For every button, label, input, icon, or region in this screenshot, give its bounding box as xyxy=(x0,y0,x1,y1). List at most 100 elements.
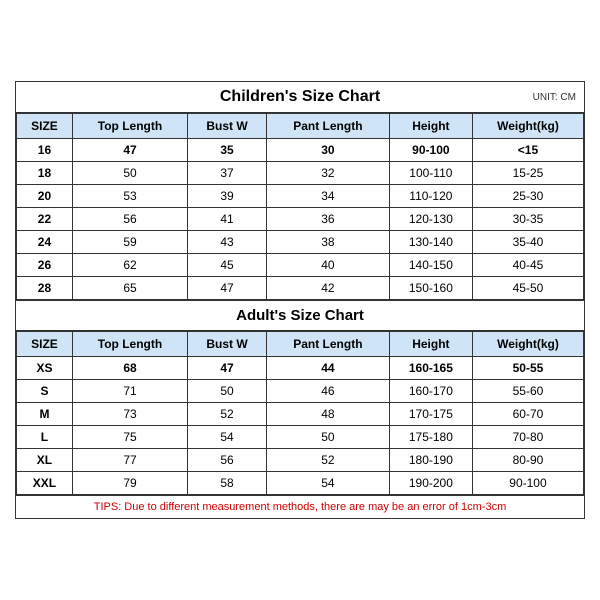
table-cell: 36 xyxy=(266,208,389,231)
table-cell: 39 xyxy=(188,185,267,208)
table-cell: 47 xyxy=(188,357,267,380)
table-cell: 45 xyxy=(188,254,267,277)
table-cell: 55-60 xyxy=(472,380,583,403)
table-cell: 53 xyxy=(72,185,187,208)
table-cell: 59 xyxy=(72,231,187,254)
table-row: XS684744160-16550-55 xyxy=(17,357,584,380)
table-row: 28654742150-16045-50 xyxy=(17,277,584,300)
table-cell: 180-190 xyxy=(389,449,472,472)
table-cell: 48 xyxy=(266,403,389,426)
table-row: L755450175-18070-80 xyxy=(17,426,584,449)
table-cell: 90-100 xyxy=(389,139,472,162)
table-cell: 35 xyxy=(188,139,267,162)
table-cell: 30-35 xyxy=(472,208,583,231)
children-header-row: SIZE Top Length Bust W Pant Length Heigh… xyxy=(17,114,584,139)
table-cell: M xyxy=(17,403,73,426)
table-row: 22564136120-13030-35 xyxy=(17,208,584,231)
table-row: S715046160-17055-60 xyxy=(17,380,584,403)
table-cell: 54 xyxy=(188,426,267,449)
table-cell: 71 xyxy=(72,380,187,403)
table-cell: 65 xyxy=(72,277,187,300)
size-chart-container: Children's Size Chart UNIT: CM SIZE Top … xyxy=(15,81,585,519)
table-cell: 73 xyxy=(72,403,187,426)
table-cell: 130-140 xyxy=(389,231,472,254)
col-header-bust-w: Bust W xyxy=(188,114,267,139)
table-cell: 15-25 xyxy=(472,162,583,185)
adult-table-body: XS684744160-16550-55S715046160-17055-60M… xyxy=(17,357,584,495)
tips-text: TIPS: Due to different measurement metho… xyxy=(94,501,506,513)
col-header-size: SIZE xyxy=(17,114,73,139)
table-cell: 100-110 xyxy=(389,162,472,185)
children-title-row: Children's Size Chart UNIT: CM xyxy=(16,82,584,113)
table-cell: 16 xyxy=(17,139,73,162)
table-row: 26624540140-15040-45 xyxy=(17,254,584,277)
adult-col-header-height: Height xyxy=(389,332,472,357)
table-cell: 45-50 xyxy=(472,277,583,300)
table-cell: 80-90 xyxy=(472,449,583,472)
table-cell: 34 xyxy=(266,185,389,208)
table-cell: 46 xyxy=(266,380,389,403)
table-cell: 20 xyxy=(17,185,73,208)
adult-title-row: Adult's Size Chart xyxy=(16,300,584,331)
table-cell: 175-180 xyxy=(389,426,472,449)
table-row: M735248170-17560-70 xyxy=(17,403,584,426)
table-cell: 50 xyxy=(188,380,267,403)
table-cell: 160-170 xyxy=(389,380,472,403)
table-cell: 47 xyxy=(188,277,267,300)
table-cell: 50 xyxy=(72,162,187,185)
table-cell: 22 xyxy=(17,208,73,231)
table-cell: 28 xyxy=(17,277,73,300)
table-cell: 38 xyxy=(266,231,389,254)
table-cell: 44 xyxy=(266,357,389,380)
col-header-height: Height xyxy=(389,114,472,139)
table-cell: S xyxy=(17,380,73,403)
table-cell: 40 xyxy=(266,254,389,277)
table-cell: 50-55 xyxy=(472,357,583,380)
table-row: XXL795854190-20090-100 xyxy=(17,472,584,495)
table-cell: <15 xyxy=(472,139,583,162)
table-cell: 37 xyxy=(188,162,267,185)
table-cell: 160-165 xyxy=(389,357,472,380)
table-cell: 47 xyxy=(72,139,187,162)
table-cell: XL xyxy=(17,449,73,472)
table-cell: 190-200 xyxy=(389,472,472,495)
table-cell: 43 xyxy=(188,231,267,254)
table-cell: L xyxy=(17,426,73,449)
table-cell: 68 xyxy=(72,357,187,380)
table-cell: 26 xyxy=(17,254,73,277)
table-cell: 52 xyxy=(188,403,267,426)
table-cell: 77 xyxy=(72,449,187,472)
table-cell: 32 xyxy=(266,162,389,185)
adult-table: SIZE Top Length Bust W Pant Length Heigh… xyxy=(16,331,584,495)
table-cell: 62 xyxy=(72,254,187,277)
table-cell: 56 xyxy=(188,449,267,472)
table-cell: 110-120 xyxy=(389,185,472,208)
table-cell: 41 xyxy=(188,208,267,231)
table-row: 24594338130-14035-40 xyxy=(17,231,584,254)
adult-chart-title: Adult's Size Chart xyxy=(236,307,364,324)
table-cell: XS xyxy=(17,357,73,380)
table-cell: 56 xyxy=(72,208,187,231)
children-chart-title: Children's Size Chart xyxy=(220,88,380,106)
table-cell: 58 xyxy=(188,472,267,495)
table-cell: 170-175 xyxy=(389,403,472,426)
tips-row: TIPS: Due to different measurement metho… xyxy=(16,495,584,518)
table-row: XL775652180-19080-90 xyxy=(17,449,584,472)
table-cell: 35-40 xyxy=(472,231,583,254)
table-row: 1647353090-100<15 xyxy=(17,139,584,162)
table-cell: 60-70 xyxy=(472,403,583,426)
table-cell: 79 xyxy=(72,472,187,495)
table-cell: 120-130 xyxy=(389,208,472,231)
adult-col-header-pant-length: Pant Length xyxy=(266,332,389,357)
table-cell: 90-100 xyxy=(472,472,583,495)
table-cell: XXL xyxy=(17,472,73,495)
table-cell: 42 xyxy=(266,277,389,300)
children-table-body: 1647353090-100<1518503732100-11015-25205… xyxy=(17,139,584,300)
col-header-weight: Weight(kg) xyxy=(472,114,583,139)
col-header-top-length: Top Length xyxy=(72,114,187,139)
table-cell: 75 xyxy=(72,426,187,449)
table-cell: 140-150 xyxy=(389,254,472,277)
adult-col-header-size: SIZE xyxy=(17,332,73,357)
unit-label: UNIT: CM xyxy=(533,92,576,103)
table-cell: 70-80 xyxy=(472,426,583,449)
